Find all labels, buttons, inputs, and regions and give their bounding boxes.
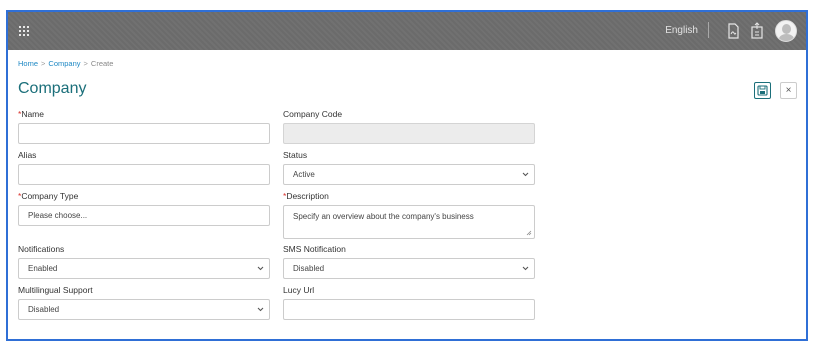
company-type-label: *Company Type [18, 191, 79, 201]
close-button[interactable]: × [780, 82, 797, 99]
status-select[interactable]: Active [283, 164, 535, 185]
top-bar: English [8, 12, 806, 50]
sms-notification-field: SMS Notification Disabled [283, 244, 535, 279]
multilingual-support-select[interactable]: Disabled [18, 299, 270, 320]
app-window: English Home>Company>Create Company [6, 10, 808, 341]
breadcrumb-separator: > [83, 59, 88, 68]
alias-label: Alias [18, 150, 37, 160]
breadcrumb-company[interactable]: Company [48, 59, 80, 68]
resize-handle-icon[interactable] [526, 230, 532, 236]
notifications-field: Notifications Enabled [18, 244, 270, 279]
multilingual-support-label: Multilingual Support [18, 285, 93, 295]
divider [708, 22, 709, 38]
lucy-url-field: Lucy Url [283, 285, 535, 320]
sms-notification-select[interactable]: Disabled [283, 258, 535, 279]
chevron-down-icon [257, 266, 264, 271]
alias-input[interactable] [18, 164, 270, 185]
notifications-label: Notifications [18, 244, 65, 254]
name-label: *Name [18, 109, 44, 119]
save-icon [757, 85, 768, 96]
lucy-url-label: Lucy Url [283, 285, 315, 295]
name-field: *Name [18, 109, 270, 144]
company-code-label: Company Code [283, 109, 343, 119]
document-sign-icon[interactable] [724, 22, 742, 40]
apps-grid-icon[interactable] [19, 26, 31, 36]
description-label: *Description [283, 191, 329, 201]
page-title: Company [18, 80, 87, 97]
sms-notification-label: SMS Notification [283, 244, 346, 254]
description-field: *Description Specify an overview about t… [283, 191, 535, 239]
status-field: Status Active [283, 150, 535, 185]
company-type-input[interactable]: Please choose... [18, 205, 270, 226]
multilingual-support-field: Multilingual Support Disabled [18, 285, 270, 320]
clipboard-upload-icon[interactable] [748, 22, 766, 40]
save-button[interactable] [754, 82, 771, 99]
breadcrumb-current: Create [90, 59, 114, 68]
description-placeholder: Specify an overview about the company's … [293, 212, 474, 221]
company-code-input [283, 123, 535, 144]
company-type-field: *Company Type Please choose... [18, 191, 270, 226]
breadcrumb-home[interactable]: Home [18, 59, 38, 68]
notifications-value: Enabled [28, 264, 58, 273]
notifications-select[interactable]: Enabled [18, 258, 270, 279]
close-icon: × [785, 85, 792, 96]
status-value: Active [293, 170, 315, 179]
chevron-down-icon [257, 307, 264, 312]
company-code-field: Company Code [283, 109, 535, 144]
lucy-url-input[interactable] [283, 299, 535, 320]
name-input[interactable] [18, 123, 270, 144]
language-selector[interactable]: English [665, 25, 698, 36]
multilingual-support-value: Disabled [28, 305, 60, 314]
chevron-down-icon [522, 172, 529, 177]
breadcrumb: Home > Company > Create [18, 59, 113, 68]
description-textarea[interactable]: Specify an overview about the company's … [283, 205, 535, 239]
sms-notification-value: Disabled [293, 264, 325, 273]
chevron-down-icon [522, 266, 529, 271]
alias-field: Alias [18, 150, 270, 185]
status-label: Status [283, 150, 308, 160]
breadcrumb-separator: > [41, 59, 46, 68]
user-avatar-icon[interactable] [775, 20, 797, 42]
